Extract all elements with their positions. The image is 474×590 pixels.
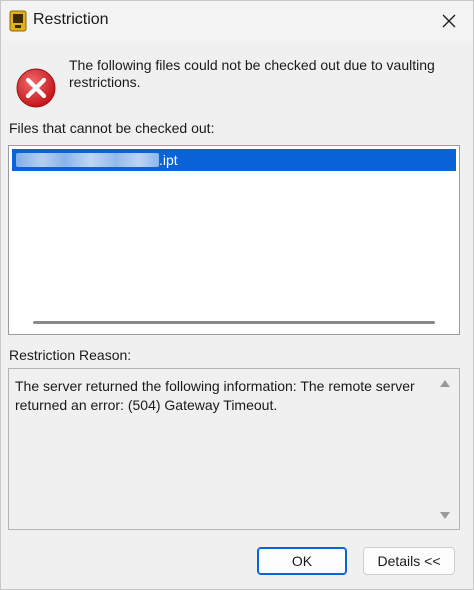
file-list[interactable]: .ipt <box>8 145 460 335</box>
scroll-down-icon <box>440 511 450 519</box>
list-item[interactable]: .ipt <box>12 149 456 171</box>
restriction-reason-box: The server returned the following inform… <box>8 368 460 530</box>
files-label: Files that cannot be checked out: <box>9 120 215 136</box>
close-button[interactable] <box>435 7 463 35</box>
restriction-dialog: Restriction The following files could no… <box>0 0 474 590</box>
scroll-up-button[interactable] <box>439 378 451 388</box>
error-icon <box>16 68 56 108</box>
error-message: The following files could not be checked… <box>69 57 435 90</box>
file-extension: .ipt <box>159 152 178 168</box>
title-bar: Restriction <box>1 1 473 41</box>
window-title: Restriction <box>33 11 109 28</box>
details-button[interactable]: Details << <box>363 547 455 575</box>
scroll-down-button[interactable] <box>439 510 451 520</box>
restriction-reason-label: Restriction Reason: <box>9 347 132 363</box>
vault-app-icon <box>9 10 27 32</box>
ok-button[interactable]: OK <box>257 547 347 575</box>
restriction-reason-text: The server returned the following inform… <box>15 378 415 413</box>
redacted-file-name <box>16 153 159 167</box>
scroll-up-icon <box>440 379 450 387</box>
close-icon <box>442 14 456 28</box>
horizontal-scrollbar[interactable] <box>33 321 435 324</box>
